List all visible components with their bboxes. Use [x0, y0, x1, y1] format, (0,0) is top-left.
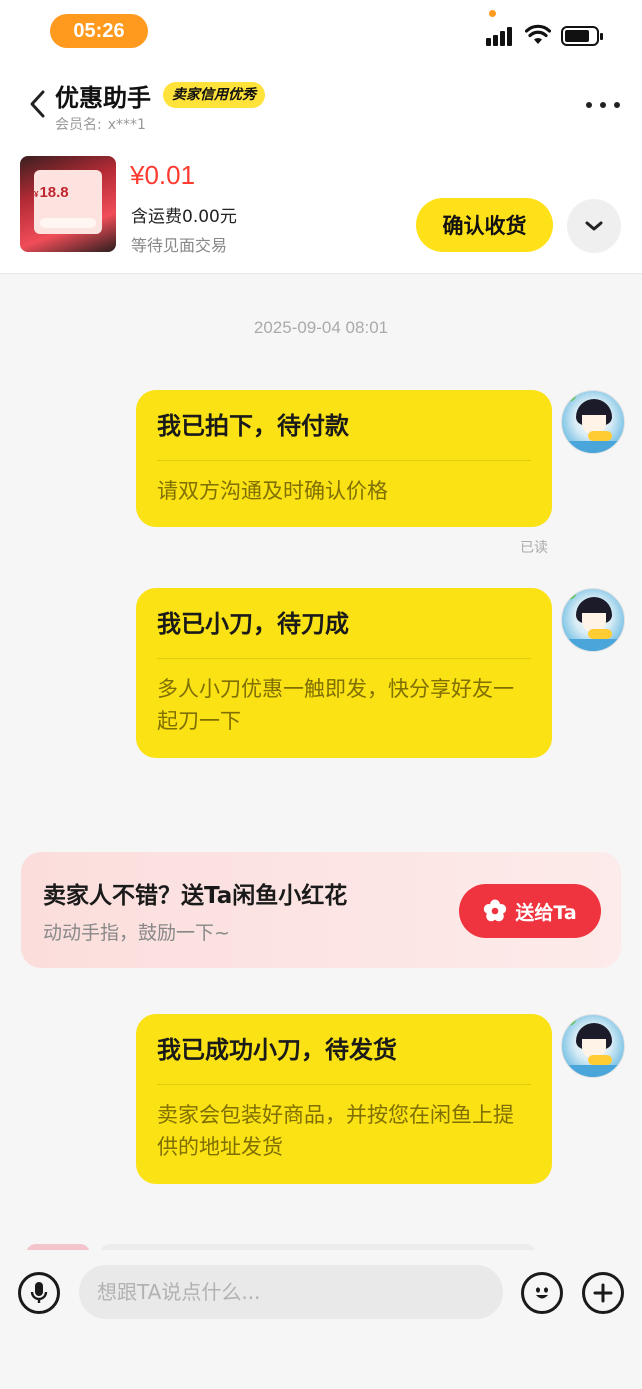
- member-value: x***1: [107, 117, 146, 133]
- avatar[interactable]: [561, 390, 625, 454]
- status-time: 05:26: [50, 14, 148, 48]
- coupon-button: [40, 218, 96, 228]
- product-price: ¥0.01: [130, 160, 196, 190]
- message-input[interactable]: [79, 1265, 503, 1319]
- divider: [157, 460, 531, 461]
- chevron-left-icon: [30, 90, 45, 118]
- read-status: 已读: [520, 540, 548, 556]
- message-body: 请双方沟通及时确认价格: [157, 479, 388, 503]
- trade-status: 等待见面交易: [131, 236, 228, 255]
- message-body: 多人小刀优惠一触即发，快分享好友一起刀一下: [157, 677, 514, 733]
- flower-card: 卖家人不错？送Ta闲鱼小红花 动动手指，鼓励一下~ 送给Ta: [21, 852, 621, 968]
- send-flower-label: 送给Ta: [515, 901, 577, 924]
- message-bubble[interactable]: 我已成功小刀，待发货 卖家会包装好商品，并按您在闲鱼上提供的地址发货: [136, 1014, 552, 1184]
- divider: [157, 658, 531, 659]
- shipping-fee: 含运费0.00元: [131, 207, 237, 227]
- battery-icon: [561, 26, 603, 46]
- expand-button[interactable]: [567, 199, 621, 253]
- member-name: 会员名: x***1: [55, 114, 146, 134]
- avatar[interactable]: [561, 1014, 625, 1078]
- page-title: 优惠助手: [55, 84, 151, 112]
- confirm-receipt-button[interactable]: 确认收货: [416, 198, 553, 252]
- product-bar: ¥18.8 ¥0.01 含运费0.00元 等待见面交易 确认收货: [0, 140, 642, 274]
- back-button[interactable]: [22, 84, 52, 124]
- divider: [157, 1084, 531, 1085]
- plus-icon: [593, 1283, 613, 1303]
- input-bar: [0, 1250, 642, 1389]
- message-title: 我已小刀，待刀成: [157, 610, 349, 638]
- voice-button[interactable]: [18, 1272, 60, 1314]
- emoji-button[interactable]: [521, 1272, 563, 1314]
- product-thumbnail[interactable]: ¥18.8: [20, 156, 116, 252]
- wifi-icon: [525, 24, 551, 44]
- emoji-icon: [536, 1287, 548, 1299]
- message-title: 我已拍下，待付款: [157, 412, 349, 440]
- microphone-icon: [30, 1282, 48, 1303]
- recording-dot: [489, 10, 496, 17]
- signal-icon: [486, 26, 518, 46]
- avatar[interactable]: [561, 588, 625, 652]
- credit-badge: 卖家信用优秀: [163, 82, 265, 108]
- coupon-amount: ¥18.8: [34, 184, 69, 201]
- message-bubble[interactable]: 我已拍下，待付款 请双方沟通及时确认价格: [136, 390, 552, 527]
- message-body: 卖家会包装好商品，并按您在闲鱼上提供的地址发货: [157, 1103, 514, 1159]
- more-options-button[interactable]: [586, 100, 620, 110]
- chat-timestamp: 2025-09-04 08:01: [253, 318, 389, 337]
- status-bar: 05:26: [0, 0, 642, 62]
- member-label: 会员名:: [55, 117, 102, 133]
- chat-header: 优惠助手 卖家信用优秀 会员名: x***1: [0, 62, 642, 140]
- message-bubble[interactable]: 我已小刀，待刀成 多人小刀优惠一触即发，快分享好友一起刀一下: [136, 588, 552, 758]
- flower-card-subtitle: 动动手指，鼓励一下~: [43, 922, 230, 944]
- flower-icon: [484, 899, 507, 922]
- more-dots-icon: [586, 102, 592, 108]
- message-title: 我已成功小刀，待发货: [157, 1036, 397, 1064]
- send-flower-button[interactable]: 送给Ta: [459, 884, 601, 938]
- flower-card-title: 卖家人不错？送Ta闲鱼小红花: [43, 883, 348, 909]
- plus-button[interactable]: [582, 1272, 624, 1314]
- chevron-down-icon: [585, 221, 603, 231]
